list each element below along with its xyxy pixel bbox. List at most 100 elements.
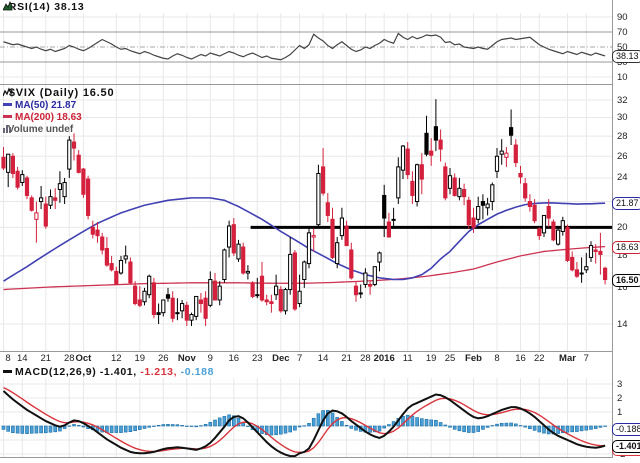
ma200-legend-label: MA(200) 18.63 xyxy=(15,112,82,123)
macd-histogram-bar xyxy=(147,425,151,428)
price-axis-label: 14 xyxy=(617,318,628,330)
candle-body xyxy=(180,303,185,312)
ma50-legend: MA(50) 21.87 xyxy=(3,100,76,111)
candle-body xyxy=(306,232,312,265)
candle-body xyxy=(1,156,6,169)
candle-body xyxy=(48,196,53,206)
rsi-axis-label: 90 xyxy=(617,11,628,23)
price-axis-label: 24 xyxy=(617,172,628,184)
date-axis-label: 8 xyxy=(494,353,500,364)
candle-body xyxy=(466,199,471,226)
macd-histogram-bar xyxy=(509,422,513,427)
macd-histogram-bar xyxy=(43,425,48,434)
macd-histogram-bar xyxy=(513,423,518,427)
candle-body xyxy=(43,203,48,227)
candle-body xyxy=(429,150,434,156)
candle-body xyxy=(29,197,34,211)
candle-body xyxy=(76,154,81,173)
candle-body xyxy=(372,266,377,285)
candle-body xyxy=(438,139,443,150)
candle-body xyxy=(95,229,100,237)
candle-body xyxy=(556,229,561,245)
candle-body xyxy=(20,174,25,184)
macd-histogram-bar xyxy=(278,425,283,435)
macd-histogram-bar xyxy=(382,425,387,429)
macd-histogram-bar xyxy=(269,425,274,436)
macd-histogram-bar xyxy=(387,424,391,427)
candle-body xyxy=(170,297,175,319)
candle-body xyxy=(123,255,128,260)
symbol-title: $VIX (Daily) 16.50 xyxy=(3,87,114,99)
candle-body xyxy=(480,201,485,206)
candle-body xyxy=(10,155,16,174)
date-axis-label: 25 xyxy=(444,353,456,364)
macd-line xyxy=(2,390,606,458)
symbol-title-label: $VIX (Daily) 16.50 xyxy=(8,87,115,99)
candle-body xyxy=(419,164,424,180)
candle-body xyxy=(212,280,218,301)
candle-body xyxy=(53,197,58,201)
candle-body xyxy=(231,224,236,254)
candle-body xyxy=(151,282,157,316)
macd-histogram-bar xyxy=(311,417,316,427)
candle-body xyxy=(62,182,67,198)
macd-histogram-bar xyxy=(109,425,114,433)
macd-histogram-bar xyxy=(1,425,6,430)
candle-body xyxy=(485,203,490,209)
ma200-legend: MA(200) 18.63 xyxy=(3,112,82,123)
date-axis-label: 12 xyxy=(111,353,122,364)
candle-body xyxy=(147,275,152,296)
candle-body xyxy=(39,197,44,203)
macd-histogram-bar xyxy=(180,425,184,427)
macd-histogram-bar xyxy=(283,425,288,434)
macd-histogram-bar xyxy=(208,422,213,427)
candle-body xyxy=(245,270,251,274)
candle-body xyxy=(344,225,349,247)
candle-body xyxy=(288,253,293,291)
macd-histogram-bar xyxy=(133,425,137,431)
macd-histogram-bar xyxy=(537,425,542,433)
candle-body xyxy=(283,289,288,312)
candle-body xyxy=(603,267,608,281)
date-axis-label: 7 xyxy=(296,353,303,364)
macd-histogram-bar xyxy=(199,425,203,427)
macd-histogram-bar xyxy=(297,425,302,428)
candle-body xyxy=(452,177,457,196)
macd-hist-value-tag: -0.188 xyxy=(612,422,640,436)
candle-body xyxy=(71,141,77,149)
macd-axis-label: 3 xyxy=(617,378,623,390)
macd-histogram-bar xyxy=(81,425,86,428)
macd-histogram-bar xyxy=(194,425,198,428)
candle-body xyxy=(156,312,161,316)
candle-body xyxy=(433,126,438,141)
macd-histogram-bar xyxy=(138,425,142,430)
candle-body xyxy=(217,285,222,301)
candle-body xyxy=(386,221,391,238)
candle-body xyxy=(382,194,387,219)
candle-body xyxy=(316,172,321,226)
macd-histogram-bar xyxy=(6,425,10,432)
rsi-legend-label: RSI(14) 38.13 xyxy=(8,1,85,13)
macd-histogram-bar xyxy=(457,425,462,432)
candle-body xyxy=(292,252,297,310)
macd-histogram-bar xyxy=(528,425,532,430)
macd-histogram-bar xyxy=(166,423,170,427)
candle-body xyxy=(396,166,401,199)
candle-body xyxy=(490,184,495,203)
price-axis-label: 30 xyxy=(617,111,628,123)
macd-histogram-bar xyxy=(34,425,39,434)
candle-body xyxy=(259,275,265,301)
macd-histogram-bar xyxy=(307,423,311,427)
candle-body xyxy=(499,150,504,155)
macd-histogram-bar xyxy=(119,425,123,433)
candle-body xyxy=(523,183,528,199)
macd-histogram-bar xyxy=(438,422,443,427)
macd-signal-line xyxy=(3,386,606,454)
candle-body xyxy=(551,221,556,241)
candle-body xyxy=(588,245,594,258)
candle-body xyxy=(363,272,368,285)
macd-histogram-bar xyxy=(419,418,424,427)
candle-body xyxy=(504,152,509,158)
macd-histogram-bar xyxy=(579,425,584,432)
candle-body xyxy=(100,236,105,251)
